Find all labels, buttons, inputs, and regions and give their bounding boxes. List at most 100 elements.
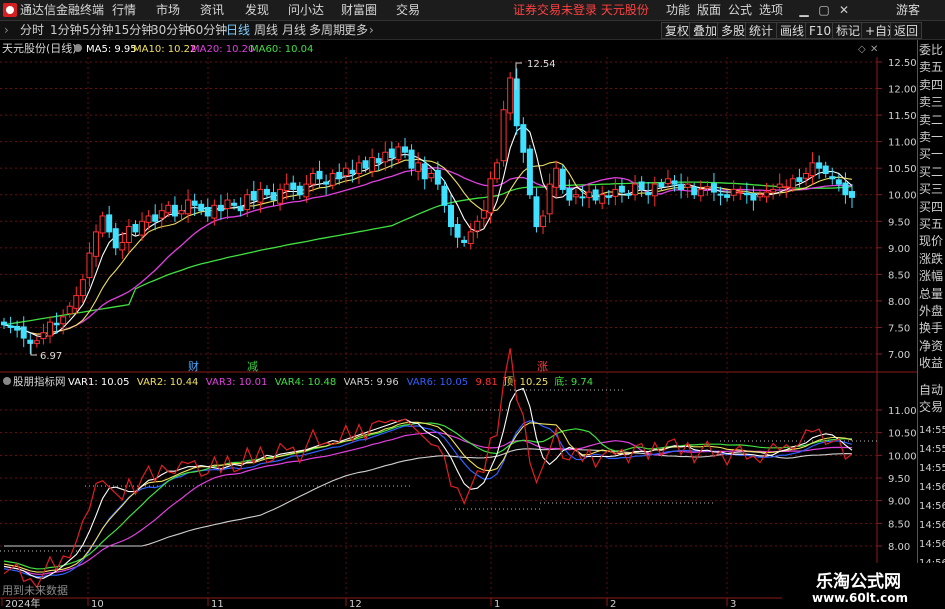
event-mark-reduce[interactable]: 减 — [247, 360, 258, 373]
menu-function[interactable]: 功能 — [666, 3, 690, 18]
side-item[interactable]: 买一 — [919, 146, 945, 163]
chart-diamond-icon[interactable]: ◇ — [858, 44, 866, 55]
side-item[interactable]: 卖二 — [919, 112, 945, 129]
candle-body — [20, 326, 27, 339]
side-item[interactable]: 外盘 — [919, 303, 945, 320]
side-item[interactable]: 委比 — [919, 42, 945, 59]
ma10-label: MA10: 10.22 — [133, 44, 196, 55]
side-item[interactable]: 卖一 — [919, 129, 945, 146]
stats-button[interactable]: 统计 — [745, 22, 778, 39]
indicator-axis-label: 9.50 — [888, 474, 910, 485]
menu-wealth[interactable]: 财富圈 — [341, 3, 377, 18]
back-button[interactable]: 返回 — [890, 22, 923, 39]
app-logo-icon — [3, 3, 17, 17]
side-item[interactable]: 换手 — [919, 320, 945, 337]
side-item[interactable]: 收益 — [919, 355, 945, 372]
candle-body — [704, 186, 711, 189]
side-item[interactable]: 买三 — [919, 181, 945, 198]
side-item[interactable]: 卖三 — [919, 94, 945, 111]
price-axis-label: 9.00 — [888, 244, 910, 255]
guest-label[interactable]: 游客 — [896, 3, 920, 18]
period-tab-5min[interactable]: 5分钟 — [82, 23, 114, 38]
menu-formula[interactable]: 公式 — [728, 3, 752, 18]
side-item[interactable]: 交易 — [919, 399, 945, 416]
side-item[interactable]: 涨幅 — [919, 268, 945, 285]
period-tab-timeshare[interactable]: 分时 — [20, 23, 44, 38]
tick-time: 14:55 — [919, 425, 945, 436]
candle-body — [152, 214, 159, 222]
side-item[interactable]: 卖四 — [919, 77, 945, 94]
kline-chart[interactable]: 12.54 6.97 财 减 涨 天元股份(日线) MA5: 9.95 MA10… — [0, 40, 945, 609]
period-tab-30min[interactable]: 30分钟 — [151, 23, 190, 38]
title-bar: 通达信金融终端 行情 市场 资讯 发现 问小达 财富圈 交易 证券交易未登录 天… — [0, 0, 945, 21]
toolbar-arrow-icon[interactable]: › — [4, 23, 9, 38]
indicator-axis-label: 10.00 — [888, 451, 917, 462]
candle-body — [625, 193, 632, 196]
menu-options[interactable]: 选项 — [759, 3, 783, 18]
candle-body — [270, 192, 277, 201]
candle-body — [592, 189, 599, 201]
candle-body — [480, 210, 487, 219]
side-item[interactable]: 买五 — [919, 216, 945, 233]
side-item[interactable]: 自动 — [919, 382, 945, 399]
side-item[interactable]: 总量 — [919, 286, 945, 303]
candle-body — [336, 171, 343, 180]
event-mark-rise[interactable]: 涨 — [537, 360, 548, 373]
tick-time: 14:56 — [919, 520, 945, 531]
candle-body — [139, 220, 146, 236]
menu-discover[interactable]: 发现 — [245, 3, 269, 18]
period-tab-1min[interactable]: 1分钟 — [50, 23, 82, 38]
candle-body — [355, 162, 362, 174]
ma-settings-icon[interactable] — [74, 44, 82, 52]
period-tab-monthly[interactable]: 月线 — [282, 23, 306, 38]
maximize-icon[interactable]: ▢ — [817, 3, 831, 17]
event-mark-finance[interactable]: 财 — [188, 359, 199, 373]
side-item[interactable]: 现价 — [919, 233, 945, 250]
side-item[interactable]: 涨跌 — [919, 251, 945, 268]
price-axis-label: 11.50 — [888, 111, 917, 122]
low-marker — [30, 342, 37, 356]
candle-body — [112, 228, 119, 249]
tick-time: 14:56 — [919, 482, 945, 493]
menu-news[interactable]: 资讯 — [200, 3, 224, 18]
menu-layout[interactable]: 版面 — [697, 3, 721, 18]
price-axis-label: 7.00 — [888, 350, 910, 361]
x-axis-label: 2024年 — [5, 597, 40, 609]
close-icon[interactable]: ✕ — [837, 3, 851, 17]
period-tab-daily[interactable]: 日线 — [226, 23, 250, 38]
period-tab-15min[interactable]: 15分钟 — [114, 23, 153, 38]
more-chevron-icon[interactable]: › — [369, 23, 374, 38]
candle-body — [250, 191, 257, 201]
menu-market[interactable]: 市场 — [156, 3, 180, 18]
menu-hq[interactable]: 行情 — [112, 3, 136, 18]
candle-body — [822, 165, 829, 174]
candle-body — [526, 148, 533, 196]
candle-body — [658, 182, 665, 188]
candle-body — [1, 321, 7, 326]
candle-body — [349, 169, 356, 174]
side-item[interactable]: 净资 — [919, 338, 945, 355]
watermark: 乐淘公式网 www.60lt.com — [782, 563, 945, 609]
minimize-icon[interactable]: ▁ — [797, 3, 811, 17]
period-tab-weekly[interactable]: 周线 — [254, 23, 278, 38]
candle-body — [73, 295, 80, 309]
period-tab-multi[interactable]: 多周期 — [309, 23, 345, 38]
f10-button[interactable]: F10 — [805, 22, 836, 39]
login-notice[interactable]: 证券交易未登录 天元股份 — [513, 3, 649, 18]
indicator-settings-icon[interactable] — [3, 377, 11, 385]
indicator-axis: 11.00 10.50 10.00 9.50 9.00 8.50 8.00 — [877, 406, 917, 553]
side-item[interactable]: 买四 — [919, 199, 945, 216]
draw-button[interactable]: 画线 — [776, 22, 809, 39]
side-item[interactable]: 买二 — [919, 164, 945, 181]
chart-close-icon[interactable]: ✕ — [870, 44, 878, 55]
candle-body — [40, 332, 47, 340]
mark-button[interactable]: 标记 — [832, 22, 865, 39]
menu-trade[interactable]: 交易 — [396, 3, 420, 18]
period-tab-more[interactable]: 更多 — [344, 23, 368, 38]
period-toolbar: › 分时 1分钟 5分钟 15分钟 30分钟 60分钟 日线 周线 月线 多周期… — [0, 21, 945, 40]
period-tab-60min[interactable]: 60分钟 — [188, 23, 227, 38]
side-item[interactable]: 卖五 — [919, 59, 945, 76]
candle-body — [546, 183, 553, 215]
candle-body — [362, 160, 369, 169]
menu-ask[interactable]: 问小达 — [288, 3, 324, 18]
